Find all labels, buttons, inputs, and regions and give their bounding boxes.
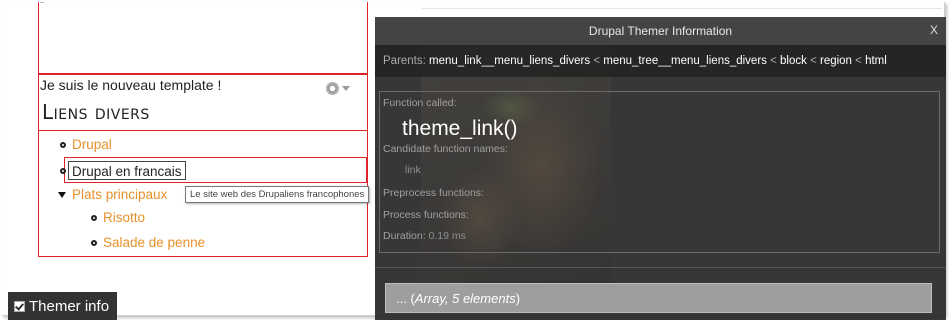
parent-separator: < <box>590 55 604 67</box>
block-title-divider <box>38 130 368 131</box>
parent-separator: < <box>766 55 781 67</box>
duration-label: Duration: <box>383 230 426 242</box>
themer-info-label[interactable]: Themer info <box>29 298 109 315</box>
array-suffix: ) <box>515 291 521 306</box>
block-title: Liens divers <box>42 100 150 124</box>
parent-separator: < <box>806 55 820 67</box>
parent-separator: < <box>851 55 866 67</box>
parent-link[interactable]: menu_link__menu_liens_divers <box>429 55 590 67</box>
process-label: Process functions: <box>383 209 469 221</box>
candidate-names-label: Candidate function names: <box>383 143 508 155</box>
bullet-icon <box>91 215 97 221</box>
themer-panel: Drupal Themer Information X Parents: men… <box>375 17 946 320</box>
array-expander[interactable]: ... (Array, 5 elements) <box>385 283 932 313</box>
parents-bar: Parents: menu_link__menu_liens_divers < … <box>375 45 946 77</box>
function-called-label: Function called: <box>383 97 457 109</box>
array-summary: Array, 5 elements <box>414 291 516 306</box>
template-intro-text: Je suis le nouveau template ! <box>40 77 222 93</box>
array-prefix: ... ( <box>396 291 415 306</box>
menu-item-salade-de-penne[interactable]: Salade de penne <box>103 235 205 250</box>
duration-value: 0.19 ms <box>428 230 466 242</box>
menu-item-risotto[interactable]: Risotto <box>103 210 145 225</box>
bullet-icon <box>91 240 97 246</box>
link-tooltip: Le site web des Drupaliens francophones <box>185 186 370 203</box>
page: Je suis le nouveau template ! Liens dive… <box>0 0 949 320</box>
parent-link[interactable]: html <box>865 55 887 67</box>
bullet-icon <box>60 142 66 148</box>
region-top-outline <box>38 2 368 74</box>
menu-item-plats-principaux[interactable]: Plats principaux <box>72 187 167 202</box>
candidate-name: link <box>405 164 421 176</box>
parent-link[interactable]: block <box>780 55 807 67</box>
gear-icon[interactable] <box>326 81 339 95</box>
parent-link[interactable]: region <box>820 55 852 67</box>
themer-info-toggle[interactable]: Themer info <box>8 292 118 320</box>
themer-panel-title: Drupal Themer Information <box>588 24 733 38</box>
preprocess-label: Preprocess functions: <box>383 187 484 199</box>
parent-link[interactable]: menu_tree__menu_liens_divers <box>603 55 767 67</box>
close-button[interactable]: X <box>930 23 938 37</box>
bullet-icon <box>60 168 66 174</box>
top-divider <box>422 8 942 9</box>
function-name: theme_link() <box>402 117 518 140</box>
expanded-triangle-icon <box>58 192 66 198</box>
duration-row: Duration: 0.19 ms <box>383 230 466 242</box>
function-info-box <box>379 91 940 253</box>
panel-divider <box>375 267 946 268</box>
parents-label: Parents: <box>383 55 426 67</box>
chevron-down-icon[interactable] <box>342 85 350 91</box>
themer-panel-header[interactable]: Drupal Themer Information X <box>375 17 946 45</box>
block-config-gear[interactable] <box>326 80 354 96</box>
themer-info-checkbox[interactable] <box>14 300 25 312</box>
menu-item-drupal[interactable]: Drupal <box>72 137 112 152</box>
menu-item-drupal-en-francais[interactable]: Drupal en francais <box>68 161 186 180</box>
